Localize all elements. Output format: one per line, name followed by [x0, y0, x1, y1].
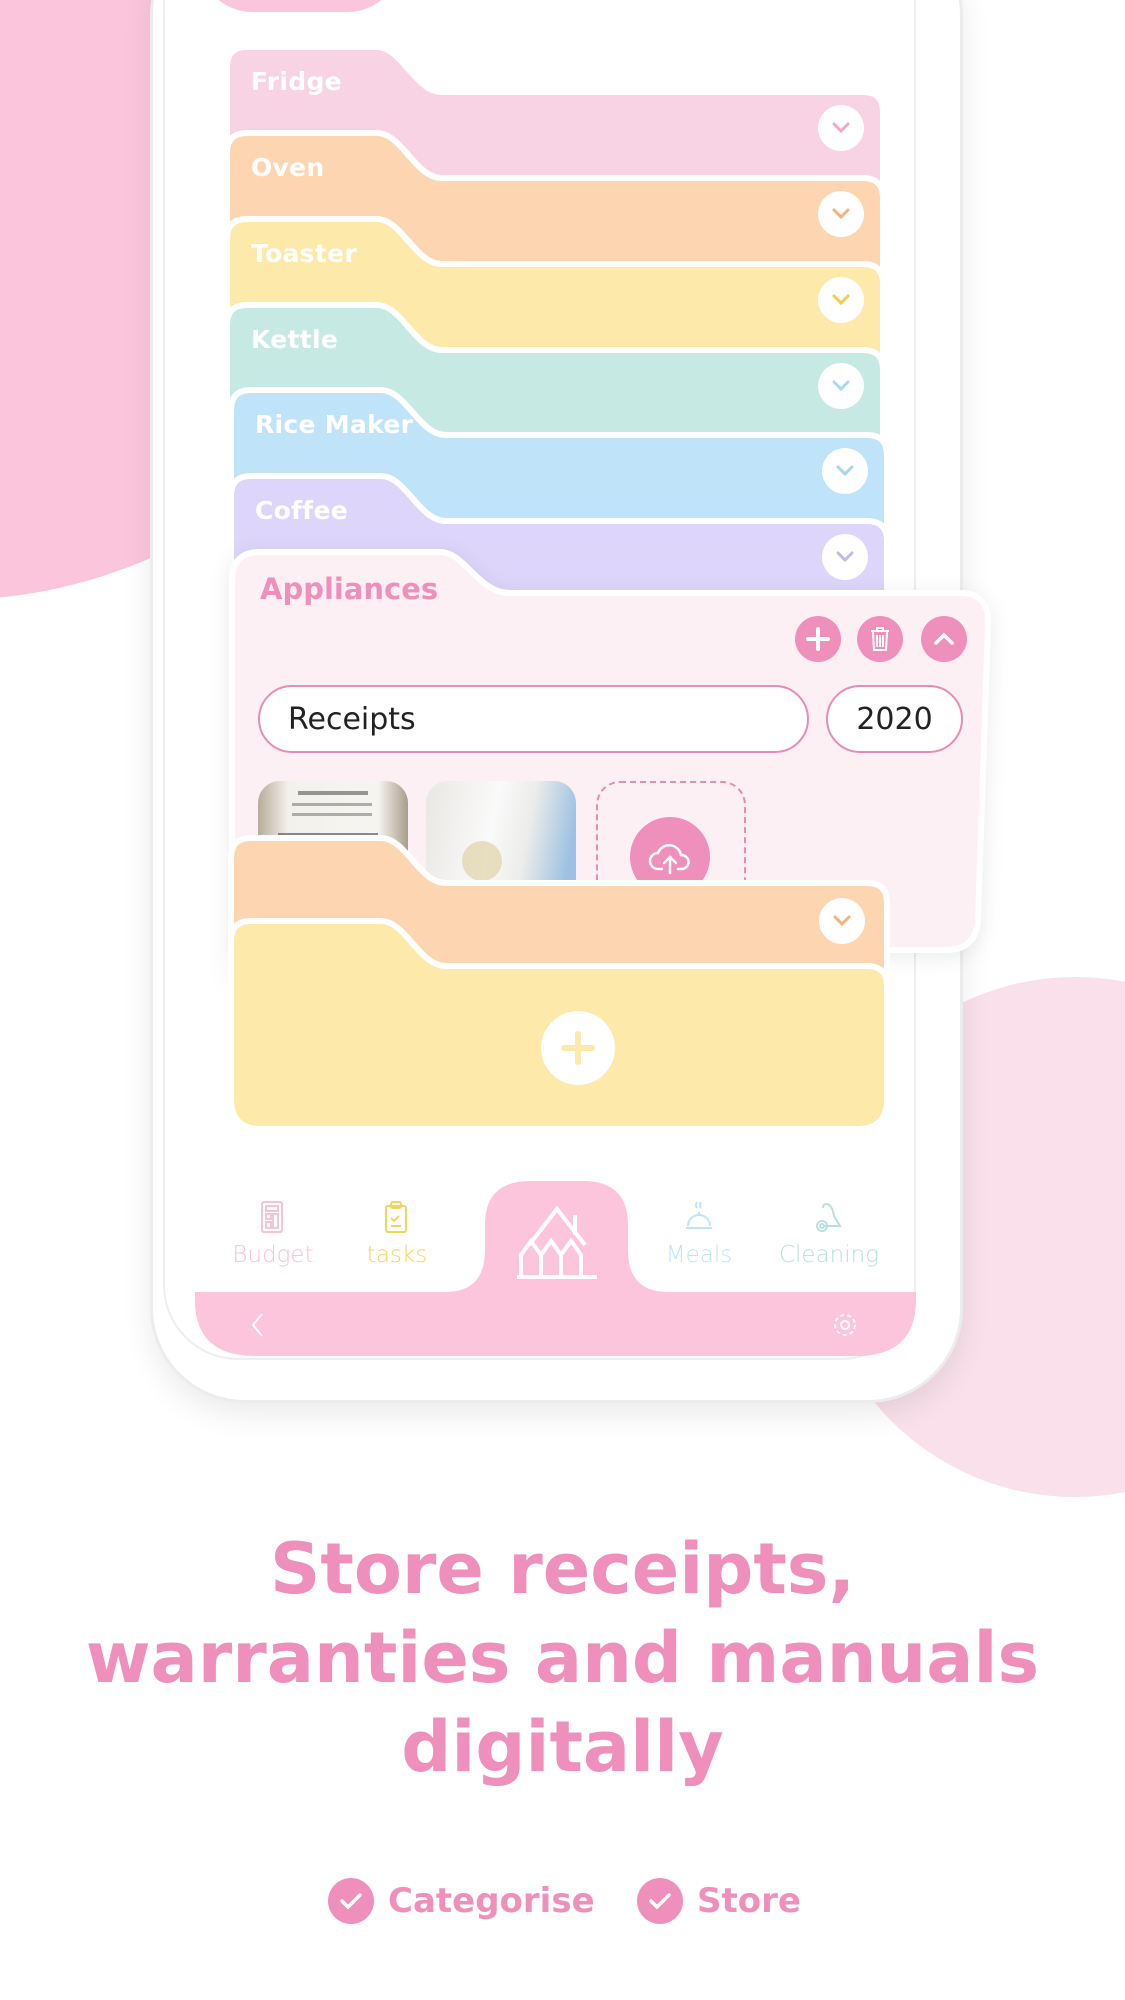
check-icon: [328, 1878, 374, 1924]
nav-label: Meals: [665, 1242, 733, 1268]
bottom-nav-bar: [195, 1181, 916, 1356]
chevron-left-icon[interactable]: [250, 1312, 266, 1338]
feature-store: Store: [637, 1878, 801, 1924]
calculator-icon: [261, 1201, 283, 1233]
nav-label: tasks: [366, 1242, 428, 1268]
nav-label: Budget: [232, 1242, 314, 1268]
feature-categorise: Categorise: [328, 1878, 595, 1924]
gear-icon[interactable]: [830, 1310, 860, 1340]
feature-label: Categorise: [388, 1881, 595, 1921]
cloche-icon: [686, 1201, 712, 1229]
headline: Store receipts, warranties and manuals d…: [0, 1525, 1125, 1792]
house-icon[interactable]: [513, 1205, 603, 1281]
headline-line: digitally: [401, 1706, 724, 1788]
feature-label: Store: [697, 1881, 801, 1921]
headline-line: Store receipts,: [269, 1528, 856, 1610]
check-icon: [637, 1878, 683, 1924]
headline-line: warranties and manuals: [85, 1617, 1040, 1699]
clipboard-icon: [385, 1201, 407, 1233]
nav-label: Cleaning: [778, 1242, 880, 1268]
vacuum-icon: [816, 1203, 842, 1232]
